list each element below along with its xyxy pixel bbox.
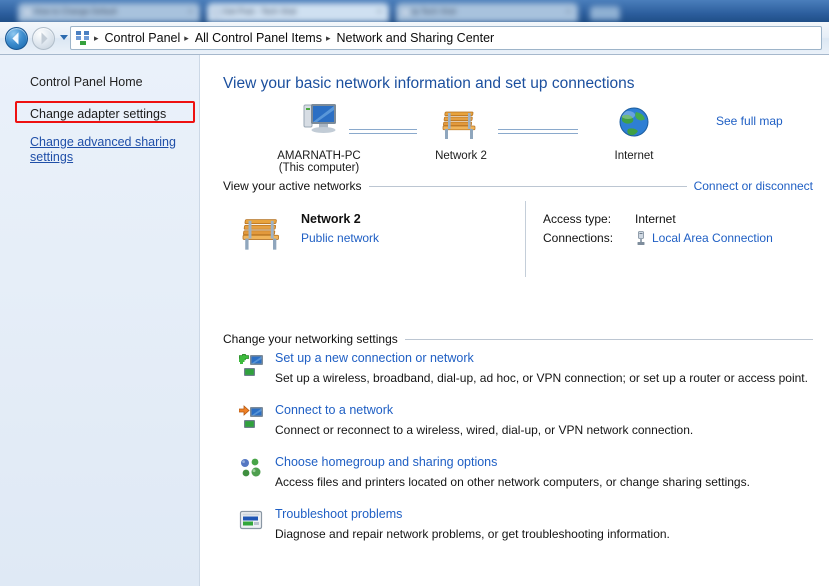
network-map-node-sublabel: (This computer)	[249, 162, 389, 174]
sidebar-item-change-advanced-sharing-settings[interactable]: Change advanced sharing settings	[30, 135, 180, 165]
task-connect-to-network[interactable]: Connect to a network Connect or reconnec…	[223, 403, 823, 455]
computer-icon	[296, 129, 342, 146]
section-rule	[405, 339, 813, 340]
connect-or-disconnect-link[interactable]: Connect or disconnect	[687, 179, 813, 193]
page-title: View your basic network information and …	[223, 75, 635, 93]
close-icon[interactable]: ×	[375, 7, 384, 16]
network-map-node-label: Network 2	[406, 150, 516, 162]
task-pane-sidebar: Control Panel Home Change adapter settin…	[0, 55, 200, 586]
browser-tab-title: How to Change Default	[18, 3, 200, 16]
task-description: Access files and printers located on oth…	[275, 475, 750, 489]
active-network-type-link[interactable]: Public network	[301, 231, 379, 245]
breadcrumb-item-network-sharing-center[interactable]: Network and Sharing Center	[333, 31, 497, 45]
breadcrumb-separator: ▸	[93, 33, 102, 44]
favicon-icon	[212, 8, 221, 17]
network-link-line	[498, 129, 578, 134]
browser-tab[interactable]: Get Post - Tech Viral ×	[207, 3, 389, 22]
access-type-label: Access type:	[543, 212, 611, 226]
new-tab-button[interactable]	[590, 6, 620, 20]
connections-label: Connections:	[543, 231, 613, 245]
bench-icon	[238, 213, 288, 258]
task-title[interactable]: Set up a new connection or network	[275, 351, 474, 365]
task-description: Diagnose and repair network problems, or…	[275, 527, 670, 541]
active-network-name: Network 2	[301, 212, 361, 226]
breadcrumb[interactable]: ▸ Control Panel ▸ All Control Panel Item…	[70, 26, 822, 50]
main-content: View your basic network information and …	[201, 55, 829, 586]
network-map-node-label: Internet	[589, 150, 679, 162]
task-setup-new-connection[interactable]: Set up a new connection or network Set u…	[223, 351, 823, 403]
network-map-node-label: AMARNATH-PC	[249, 150, 389, 162]
task-title[interactable]: Troubleshoot problems	[275, 507, 402, 521]
forward-button[interactable]	[32, 27, 55, 50]
breadcrumb-separator[interactable]: ▸	[183, 33, 192, 44]
task-troubleshoot-problems[interactable]: Troubleshoot problems Diagnose and repai…	[223, 507, 823, 559]
network-map-node-internet[interactable]: Internet	[589, 106, 679, 162]
active-network-panel: Network 2 Public network Access type: In…	[223, 201, 813, 277]
section-header-change-settings: Change your networking settings	[223, 332, 813, 346]
window-body: Control Panel Home Change adapter settin…	[0, 55, 829, 586]
browser-tab-title: Get Post - Tech Viral	[207, 3, 389, 16]
browser-tab-title: Ip Tech Viral	[396, 3, 578, 16]
network-map-node-network[interactable]: Network 2	[406, 106, 516, 162]
task-description: Set up a wireless, broadband, dial-up, a…	[275, 371, 808, 385]
sidebar-item-control-panel-home[interactable]: Control Panel Home	[30, 75, 143, 89]
local-area-connection-link[interactable]: Local Area Connection	[652, 231, 773, 245]
close-icon[interactable]: ×	[564, 7, 573, 16]
section-label: View your active networks	[223, 179, 369, 193]
task-description: Connect or reconnect to a wireless, wire…	[275, 423, 693, 437]
browser-chrome: How to Change Default × Get Post - Tech …	[0, 0, 829, 22]
sidebar-item-change-adapter-settings[interactable]: Change adapter settings	[30, 107, 166, 121]
section-header-active-networks: View your active networks Connect or dis…	[223, 179, 813, 193]
browser-tab[interactable]: Ip Tech Viral ×	[396, 3, 578, 22]
favicon-icon	[23, 8, 32, 17]
globe-icon	[614, 129, 654, 146]
homegroup-icon	[239, 457, 265, 483]
access-type-value: Internet	[635, 212, 676, 226]
see-full-map-link[interactable]: See full map	[716, 114, 783, 128]
network-center-icon	[75, 30, 91, 46]
connect-network-icon	[239, 405, 265, 431]
breadcrumb-item-control-panel[interactable]: Control Panel	[102, 31, 184, 45]
task-title[interactable]: Choose homegroup and sharing options	[275, 455, 497, 469]
task-choose-homegroup[interactable]: Choose homegroup and sharing options Acc…	[223, 455, 823, 507]
browser-tab[interactable]: How to Change Default ×	[18, 3, 200, 22]
new-connection-icon	[239, 353, 265, 379]
network-map-node-computer[interactable]: AMARNATH-PC (This computer)	[249, 102, 389, 174]
recent-pages-dropdown-icon[interactable]	[60, 35, 68, 40]
ethernet-icon	[635, 231, 647, 251]
breadcrumb-separator[interactable]: ▸	[325, 33, 334, 44]
panel-divider	[525, 201, 526, 277]
breadcrumb-item-all-items[interactable]: All Control Panel Items	[192, 31, 325, 45]
task-title[interactable]: Connect to a network	[275, 403, 393, 417]
favicon-icon	[401, 8, 410, 17]
close-icon[interactable]: ×	[186, 7, 195, 16]
section-label: Change your networking settings	[223, 332, 405, 346]
address-bar: ▸ Control Panel ▸ All Control Panel Item…	[0, 22, 829, 55]
settings-task-list: Set up a new connection or network Set u…	[223, 351, 823, 559]
bench-icon	[439, 129, 483, 146]
troubleshoot-icon	[239, 509, 265, 535]
back-button[interactable]	[5, 27, 28, 50]
section-rule	[369, 186, 687, 187]
network-map: AMARNATH-PC (This computer)	[201, 102, 829, 174]
